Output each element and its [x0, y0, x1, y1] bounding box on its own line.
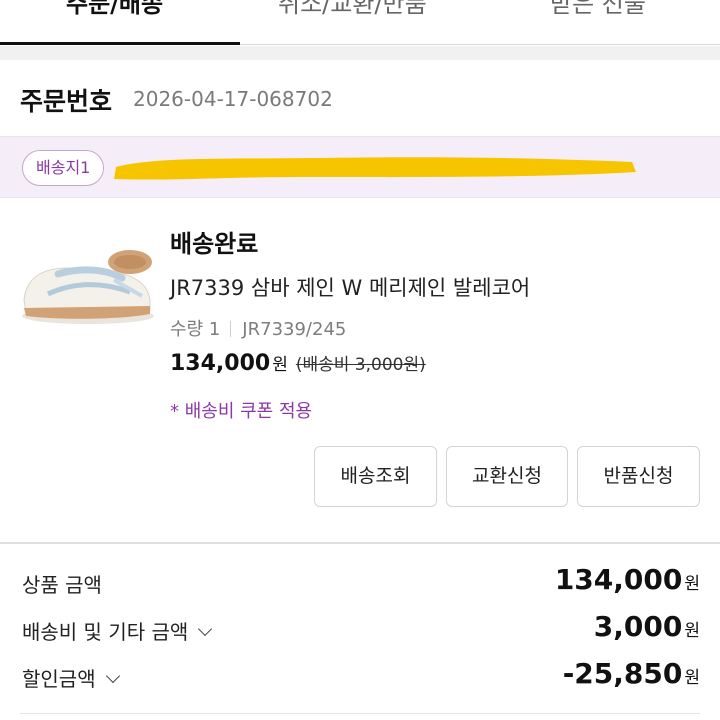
destination-badge: 배송지1	[22, 150, 105, 186]
summary-bottom-divider	[20, 713, 700, 714]
exchange-request-button[interactable]: 교환신청	[446, 446, 568, 507]
tab-orders-shipping[interactable]: 주문/배송	[66, 0, 163, 19]
section-divider	[0, 542, 720, 544]
meta-divider	[230, 321, 232, 337]
amount-number: 3,000	[593, 610, 683, 643]
summary-label-text: 배송비 및 기타 금액	[22, 620, 189, 644]
amount-unit: 원	[684, 574, 700, 594]
return-request-button[interactable]: 반품신청	[577, 446, 700, 507]
product-name[interactable]: JR7339 삼바 제인 W 메리제인 발레코어	[170, 272, 530, 302]
product-image	[22, 250, 154, 324]
order-header: 주문번호 2026-04-17-068702	[0, 60, 720, 136]
active-tab-indicator	[0, 42, 240, 45]
summary-row-product-amount: 상품 금액 134,000 원	[0, 563, 720, 603]
summary-value: -25,850 원	[563, 657, 700, 690]
track-delivery-button[interactable]: 배송조회	[314, 446, 437, 507]
price-unit: 원	[272, 355, 288, 375]
summary-row-discount[interactable]: 할인금액 -25,850 원	[0, 657, 720, 697]
product-price: 134,000	[170, 351, 271, 376]
tab-received-gifts[interactable]: 받은 선물	[550, 0, 646, 19]
shipping-destination-bar: 배송지1	[0, 136, 720, 198]
amount-number: 134,000	[554, 563, 683, 596]
section-spacer	[0, 46, 720, 60]
shipping-fee-strikethrough: (배송비 3,000원)	[295, 355, 426, 375]
redaction-marker	[114, 157, 636, 180]
amount-unit: 원	[684, 668, 700, 688]
price-row: 134,000 원 (배송비 3,000원)	[170, 350, 426, 376]
summary-value: 134,000 원	[555, 563, 700, 596]
order-number-value: 2026-04-17-068702	[133, 87, 333, 111]
delivery-status: 배송완료	[170, 230, 259, 258]
summary-label: 상품 금액	[22, 573, 102, 597]
amount-number: -25,850	[562, 657, 683, 690]
order-number-label: 주문번호	[20, 87, 113, 116]
summary-label-text: 할인금액	[22, 667, 96, 691]
product-meta: 수량 1 JR7339/245	[170, 315, 346, 341]
summary-value: 3,000 원	[594, 610, 700, 643]
tab-bar: 주문/배송 취소/교환/반품 받은 선물	[0, 0, 720, 45]
product-quantity: 수량 1	[170, 319, 221, 340]
amount-unit: 원	[684, 621, 700, 641]
product-option: JR7339/245	[242, 319, 347, 340]
summary-label: 할인금액	[22, 663, 120, 692]
chevron-down-icon[interactable]	[105, 668, 120, 684]
summary-row-shipping-other[interactable]: 배송비 및 기타 금액 3,000 원	[0, 610, 720, 650]
chevron-down-icon[interactable]	[198, 621, 213, 637]
tab-cancel-exchange-return[interactable]: 취소/교환/반품	[278, 0, 427, 19]
coupon-note: * 배송비 쿠폰 적용	[170, 401, 313, 422]
summary-label: 배송비 및 기타 금액	[22, 616, 213, 645]
